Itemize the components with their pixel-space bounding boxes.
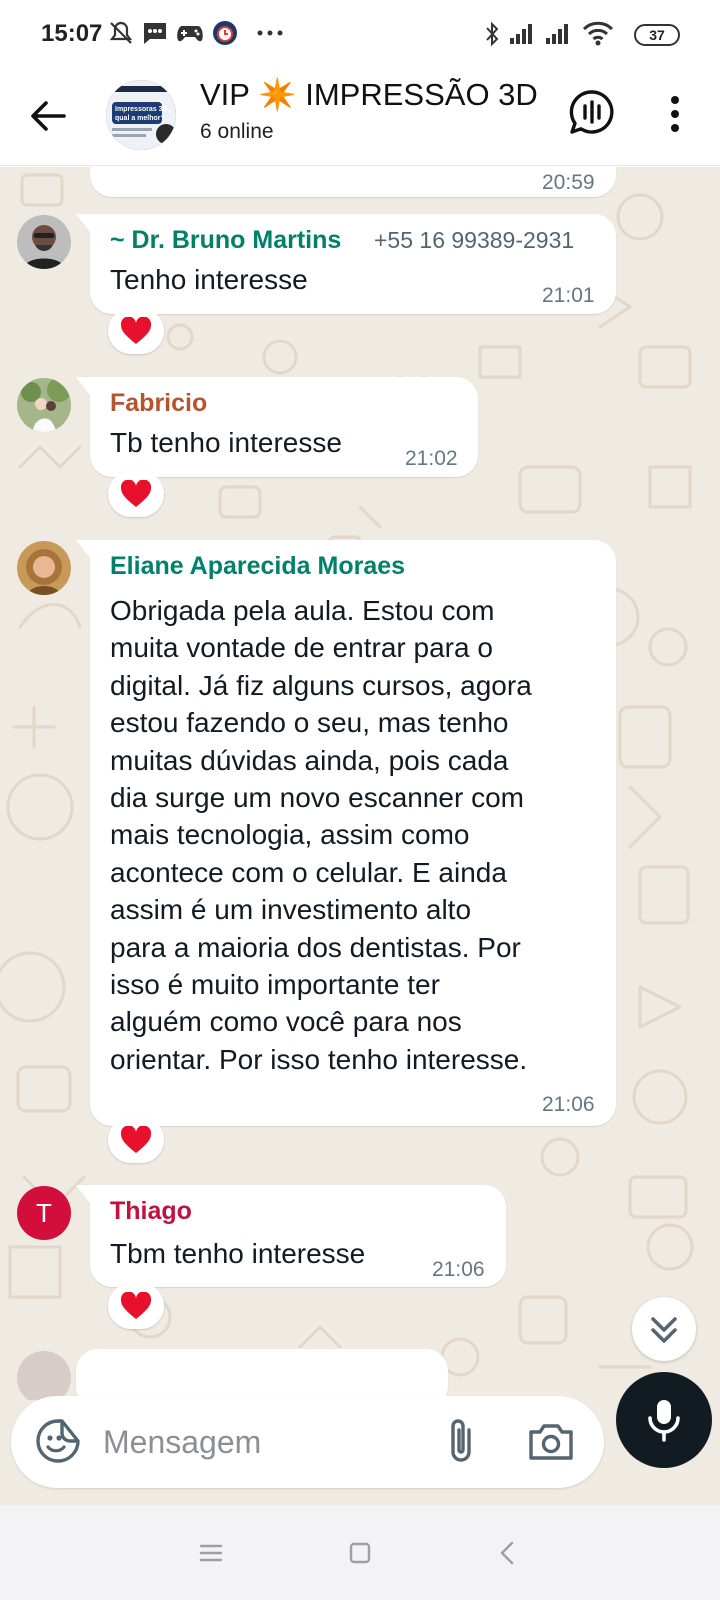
message-line: isso é muito importante ter [110,969,440,1001]
message-line: dia surge um novo escanner com [110,782,524,814]
composer-bar [0,1396,720,1505]
message-input-pill [11,1396,604,1488]
heart-icon [120,316,152,344]
signal-icon [510,24,532,44]
svg-text:Impressoras 3D,: Impressoras 3D, [115,106,170,113]
group-title[interactable]: VIP ✴️ IMPRESSÃO 3D [200,76,538,113]
mute-icon [109,21,133,44]
message-time: 21:01 [542,284,595,307]
reaction-badge[interactable] [108,308,164,354]
message-line: Obrigada pela aula. Estou com [110,595,495,626]
avatar-image [17,378,71,432]
reaction-badge[interactable] [108,1283,164,1329]
message-time: 21:02 [405,447,458,470]
bluetooth-icon [486,21,499,47]
sticker-icon[interactable] [35,1418,81,1464]
avatar[interactable] [17,541,71,595]
message-text: Tb tenho interesse [110,427,342,458]
online-count: 6 online [200,120,274,143]
status-time: 15:07 [41,20,103,47]
message-bubble[interactable] [76,1349,448,1400]
message-line: muita vontade de entrar para o [110,632,493,664]
status-bar: 15:07 37 [0,0,720,70]
heart-icon [120,1291,152,1319]
overflow-menu-icon[interactable] [660,92,690,136]
avatar-image [17,215,71,269]
voice-chat-icon[interactable] [568,88,616,136]
chat-area[interactable]: 20:59 ~ Dr. Bruno Martins +55 16 99389-2… [0,167,720,1400]
chat-header: Impressoras 3D, qual a melhor? VIP ✴️ IM… [0,70,720,166]
group-avatar-image: Impressoras 3D, qual a melhor? [106,80,176,150]
voice-record-button[interactable] [616,1372,712,1468]
message-input[interactable] [103,1414,403,1470]
double-chevron-down-icon [651,1317,677,1343]
back-chevron-icon[interactable] [490,1538,526,1568]
heart-icon [120,1125,152,1153]
back-arrow-icon[interactable] [26,94,70,138]
avatar-image [17,541,71,595]
reaction-badge[interactable] [108,471,164,517]
sender-name[interactable]: ~ Dr. Bruno Martins [110,226,341,255]
message-line: digital. Já fiz alguns cursos, agora [110,669,532,701]
message-text: Obrigada pela aula. Estou com muita vont… [110,592,610,1078]
message-bubble[interactable]: Eliane Aparecida Moraes Obrigada pela au… [76,540,616,1126]
message-text: Tenho interesse [110,264,308,295]
message-time: 21:06 [432,1258,485,1281]
avatar[interactable] [17,1351,71,1400]
attachment-icon[interactable] [439,1416,483,1466]
message-line: muitas dúvidas ainda, pois cada [110,744,509,776]
sender-name[interactable]: Fabricio [110,389,207,418]
sender-name[interactable]: Eliane Aparecida Moraes [110,552,405,581]
sender-name[interactable]: Thiago [110,1197,192,1226]
signal-icon [546,24,568,44]
battery-indicator: 37 [634,24,680,46]
message-line: orientar. Por isso tenho interesse. [110,1043,528,1075]
message-line: assim é um investimento alto [110,894,472,926]
avatar[interactable]: T [17,1186,71,1240]
avatar[interactable] [17,215,71,269]
camera-icon[interactable] [527,1418,575,1464]
message-time: 21:06 [542,1093,595,1116]
bubble-tail [76,214,90,232]
message-time: 20:59 [542,171,595,194]
message-line: estou fazendo o seu, mas tenho [110,707,509,739]
scroll-to-bottom-button[interactable] [632,1297,696,1361]
gamepad-icon [177,26,203,42]
more-dots-icon [257,30,283,36]
message-bubble[interactable]: Fabricio Tb tenho interesse 21:02 [76,377,478,477]
bubble-tail [76,377,90,395]
bubble-tail [76,540,90,558]
sender-phone: +55 16 99389-2931 [374,227,575,253]
bubble-tail [76,1185,90,1203]
message-line: alguém como você para nos [110,1006,462,1038]
avatar-letter: T [36,1198,52,1228]
alarm-app-icon [213,21,237,45]
reaction-badge[interactable] [108,1117,164,1163]
wifi-icon [582,21,614,46]
message-bubble[interactable]: ~ Dr. Bruno Martins +55 16 99389-2931 Te… [76,214,616,314]
group-avatar[interactable]: Impressoras 3D, qual a melhor? [106,80,176,150]
heart-icon [120,479,152,507]
microphone-icon [648,1400,680,1442]
message-line: mais tecnologia, assim como [110,819,470,851]
recents-menu-icon[interactable] [193,1538,229,1568]
message-line: para a maioria dos dentistas. Por [110,931,521,963]
message-bubble[interactable]: 20:59 [90,167,616,197]
system-nav-bar [0,1505,720,1600]
message-bubble[interactable]: Thiago Tbm tenho interesse 21:06 [76,1185,506,1287]
message-line: acontece com o celular. E ainda [110,856,507,888]
svg-text:qual a melhor?: qual a melhor? [115,115,165,122]
home-square-icon[interactable] [342,1538,378,1568]
message-text: Tbm tenho interesse [110,1238,366,1269]
avatar[interactable] [17,378,71,432]
sms-icon [144,23,166,44]
